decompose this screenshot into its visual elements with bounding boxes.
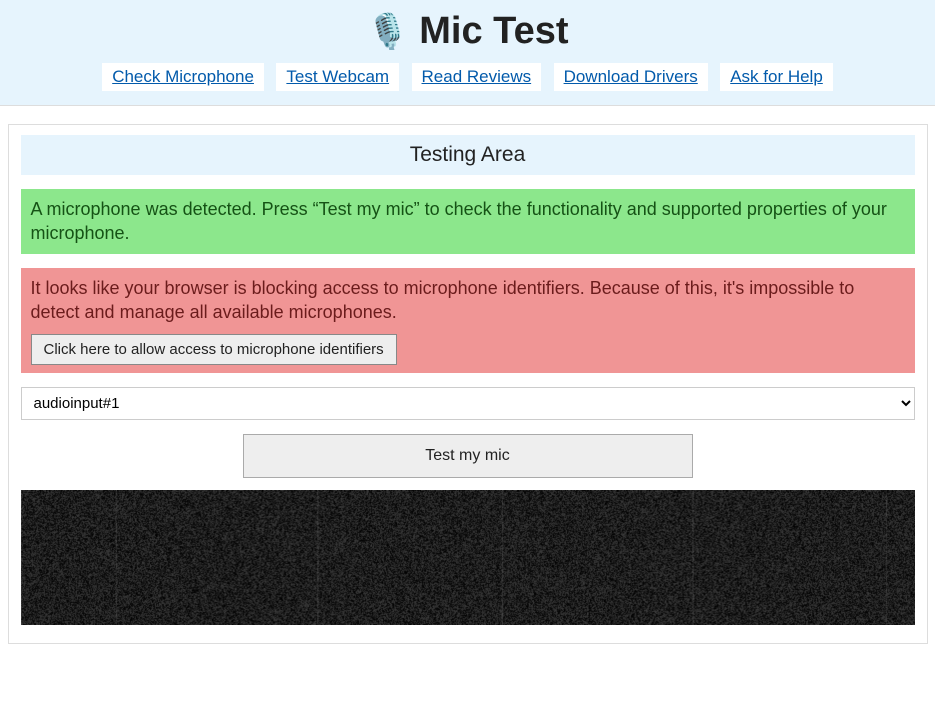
nav-read-reviews[interactable]: Read Reviews — [412, 63, 542, 91]
message-blocked-text: It looks like your browser is blocking a… — [31, 278, 855, 322]
microphone-select[interactable]: audioinput#1 — [21, 387, 915, 420]
test-my-mic-button[interactable]: Test my mic — [243, 434, 693, 478]
nav-check-microphone[interactable]: Check Microphone — [102, 63, 264, 91]
message-blocked: It looks like your browser is blocking a… — [21, 268, 915, 374]
page-title: Mic Test — [419, 10, 568, 53]
page-header: 🎙️ Mic Test Check Microphone Test Webcam… — [0, 0, 935, 106]
testing-area-panel: Testing Area A microphone was detected. … — [8, 124, 928, 644]
audio-visualizer — [21, 490, 915, 625]
section-title: Testing Area — [21, 135, 915, 175]
microphone-icon: 🎙️ — [366, 15, 408, 49]
nav-test-webcam[interactable]: Test Webcam — [276, 63, 399, 91]
nav-download-drivers[interactable]: Download Drivers — [554, 63, 708, 91]
allow-access-button[interactable]: Click here to allow access to microphone… — [31, 334, 397, 365]
test-row: Test my mic — [21, 434, 915, 478]
title-row: 🎙️ Mic Test — [0, 10, 935, 53]
nav-ask-for-help[interactable]: Ask for Help — [720, 63, 833, 91]
message-detected: A microphone was detected. Press “Test m… — [21, 189, 915, 254]
nav: Check Microphone Test Webcam Read Review… — [0, 63, 935, 91]
